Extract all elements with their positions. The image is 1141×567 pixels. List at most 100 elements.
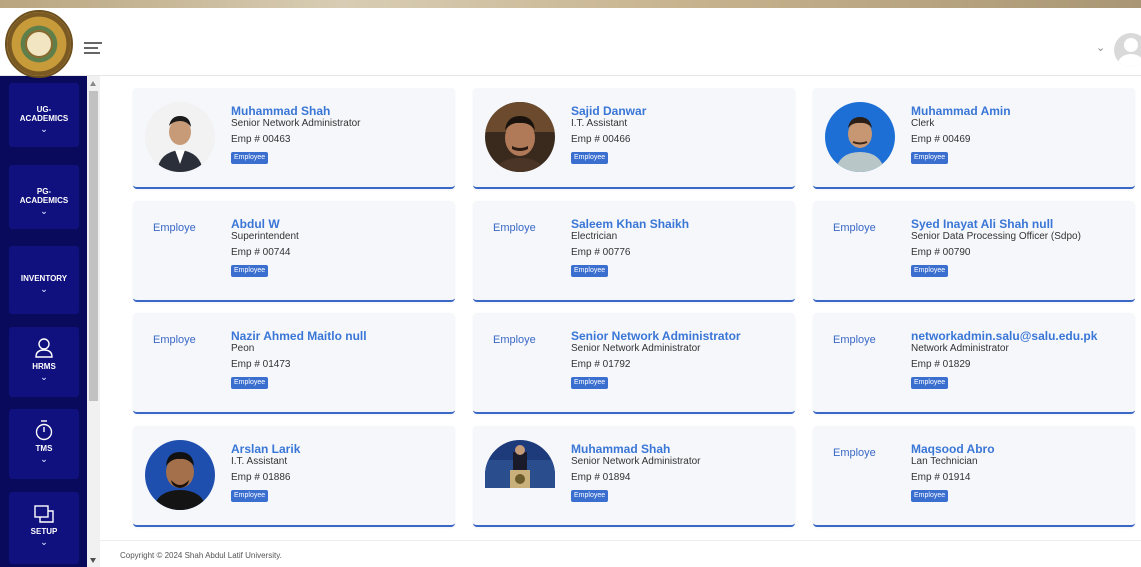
sidebar-item-label: ACADEMICS: [19, 196, 69, 205]
top-header: ⌄: [0, 8, 1141, 76]
employee-name[interactable]: Muhammad Shah: [231, 105, 451, 118]
broken-image-alt: Employe: [493, 222, 536, 234]
employee-card[interactable]: Employe Maqsood Abro Lan Technician Emp …: [813, 426, 1135, 527]
employee-card[interactable]: Employe networkadmin.salu@salu.edu.pk Ne…: [813, 313, 1135, 414]
sidebar-item-label: TMS: [35, 444, 53, 453]
user-avatar-icon[interactable]: [1114, 33, 1141, 67]
employee-number: Emp # 00776: [571, 247, 631, 258]
sidebar-item-ug-academics[interactable]: UG- ACADEMICS ⌄: [9, 83, 79, 147]
status-badge: Employee: [571, 265, 609, 277]
employee-designation: Lan Technician: [911, 456, 978, 467]
windows-icon: [34, 505, 54, 523]
employee-number: Emp # 00469: [911, 134, 971, 145]
employee-info: Saleem Khan Shaikh Electrician Emp # 007…: [571, 218, 791, 277]
scroll-down-arrow-icon[interactable]: [90, 558, 96, 563]
employee-designation: Clerk: [911, 118, 935, 129]
status-badge: Employee: [231, 152, 269, 164]
status-badge: Employee: [231, 265, 269, 277]
employee-name[interactable]: Saleem Khan Shaikh: [571, 218, 791, 231]
employee-photo: [145, 440, 215, 510]
employee-number: Emp # 01914: [911, 472, 971, 483]
status-badge: Employee: [911, 490, 949, 502]
employee-designation: I.T. Assistant: [231, 456, 288, 467]
employee-photo: [825, 102, 895, 172]
broken-image-alt: Employe: [153, 334, 196, 346]
employee-number: Emp # 00744: [231, 247, 291, 258]
employee-card[interactable]: Muhammad Shah Senior Network Administrat…: [133, 88, 455, 189]
employee-photo: [485, 440, 555, 488]
employee-name[interactable]: Muhammad Amin: [911, 105, 1131, 118]
sidebar-item-hrms[interactable]: HRMS ⌄: [9, 327, 79, 397]
sidebar: UG- ACADEMICS ⌄ PG- ACADEMICS ⌄ INVENTOR…: [0, 76, 87, 567]
employee-number: Emp # 01792: [571, 359, 631, 370]
employee-card[interactable]: Employe Nazir Ahmed Maitlo null Peon Emp…: [133, 313, 455, 414]
employee-card[interactable]: Muhammad Shah Senior Network Administrat…: [473, 426, 795, 527]
employee-info: Syed Inayat Ali Shah null Senior Data Pr…: [911, 218, 1131, 277]
status-badge: Employee: [911, 152, 949, 164]
scroll-up-arrow-icon[interactable]: [90, 81, 96, 86]
employee-number: Emp # 01473: [231, 359, 291, 370]
employee-grid: Muhammad Shah Senior Network Administrat…: [100, 76, 1141, 540]
employee-name[interactable]: Nazir Ahmed Maitlo null: [231, 330, 451, 343]
employee-card[interactable]: Sajid Danwar I.T. Assistant Emp # 00466 …: [473, 88, 795, 189]
sidebar-item-label: HRMS: [32, 362, 56, 371]
employee-info: Muhammad Amin Clerk Emp # 00469 Employee: [911, 105, 1131, 164]
employee-designation: Network Administrator: [911, 343, 1009, 354]
employee-designation: Senior Data Processing Officer (Sdpo): [911, 231, 1081, 242]
employee-designation: Electrician: [571, 231, 618, 242]
employee-card[interactable]: Arslan Larik I.T. Assistant Emp # 01886 …: [133, 426, 455, 527]
sidebar-item-setup[interactable]: SETUP ⌄: [9, 492, 79, 564]
employee-photo: [145, 102, 215, 172]
employee-info: Senior Network Administrator Senior Netw…: [571, 330, 791, 389]
scroll-thumb[interactable]: [89, 91, 98, 401]
sidebar-scrollbar[interactable]: [87, 76, 100, 567]
sidebar-item-label: SETUP: [30, 527, 58, 536]
status-badge: Employee: [571, 490, 609, 502]
employee-number: Emp # 01829: [911, 359, 971, 370]
broken-image-alt: Employe: [493, 334, 536, 346]
sidebar-item-label: INVENTORY: [20, 274, 68, 283]
employee-designation: I.T. Assistant: [571, 118, 628, 129]
status-badge: Employee: [911, 377, 949, 389]
employee-number: Emp # 00466: [571, 134, 631, 145]
employee-card[interactable]: Employe Senior Network Administrator Sen…: [473, 313, 795, 414]
employee-info: Nazir Ahmed Maitlo null Peon Emp # 01473…: [231, 330, 451, 389]
sidebar-item-label: ACADEMICS: [19, 114, 69, 123]
sidebar-item-label: UG-: [36, 105, 52, 114]
employee-name[interactable]: Arslan Larik: [231, 443, 451, 456]
employee-designation: Senior Network Administrator: [571, 343, 701, 354]
broken-image-alt: Employe: [833, 334, 876, 346]
sidebar-item-pg-academics[interactable]: PG- ACADEMICS ⌄: [9, 165, 79, 229]
employee-number: Emp # 01894: [571, 472, 631, 483]
sidebar-item-inventory[interactable]: INVENTORY ⌄: [9, 246, 79, 314]
university-logo[interactable]: [5, 10, 73, 78]
employee-name[interactable]: networkadmin.salu@salu.edu.pk: [911, 330, 1131, 343]
status-badge: Employee: [571, 152, 609, 164]
hamburger-icon[interactable]: [84, 42, 102, 56]
employee-name[interactable]: Maqsood Abro: [911, 443, 1131, 456]
employee-card[interactable]: Employe Saleem Khan Shaikh Electrician E…: [473, 201, 795, 302]
sidebar-item-tms[interactable]: TMS ⌄: [9, 409, 79, 479]
employee-name[interactable]: Muhammad Shah: [571, 443, 791, 456]
employee-info: networkadmin.salu@salu.edu.pk Network Ad…: [911, 330, 1131, 389]
employee-number: Emp # 00463: [231, 134, 291, 145]
employee-card[interactable]: Employe Syed Inayat Ali Shah null Senior…: [813, 201, 1135, 302]
employee-designation: Superintendent: [231, 231, 299, 242]
employee-name[interactable]: Abdul W: [231, 218, 451, 231]
employee-info: Muhammad Shah Senior Network Administrat…: [231, 105, 451, 164]
employee-name[interactable]: Sajid Danwar: [571, 105, 791, 118]
page-footer: Copyright © 2024 Shah Abdul Latif Univer…: [100, 540, 1141, 567]
status-badge: Employee: [911, 265, 949, 277]
chevron-down-icon[interactable]: ⌄: [1096, 43, 1106, 54]
employee-designation: Peon: [231, 343, 255, 354]
employee-card[interactable]: Muhammad Amin Clerk Emp # 00469 Employee: [813, 88, 1135, 189]
status-badge: Employee: [231, 377, 269, 389]
employee-designation: Senior Network Administrator: [231, 118, 361, 129]
employee-info: Abdul W Superintendent Emp # 00744 Emplo…: [231, 218, 451, 277]
chevron-down-icon: ⌄: [40, 284, 48, 294]
employee-name[interactable]: Senior Network Administrator: [571, 330, 791, 343]
employee-name[interactable]: Syed Inayat Ali Shah null: [911, 218, 1131, 231]
chevron-down-icon: ⌄: [40, 454, 48, 464]
employee-card[interactable]: Employe Abdul W Superintendent Emp # 007…: [133, 201, 455, 302]
status-badge: Employee: [571, 377, 609, 389]
